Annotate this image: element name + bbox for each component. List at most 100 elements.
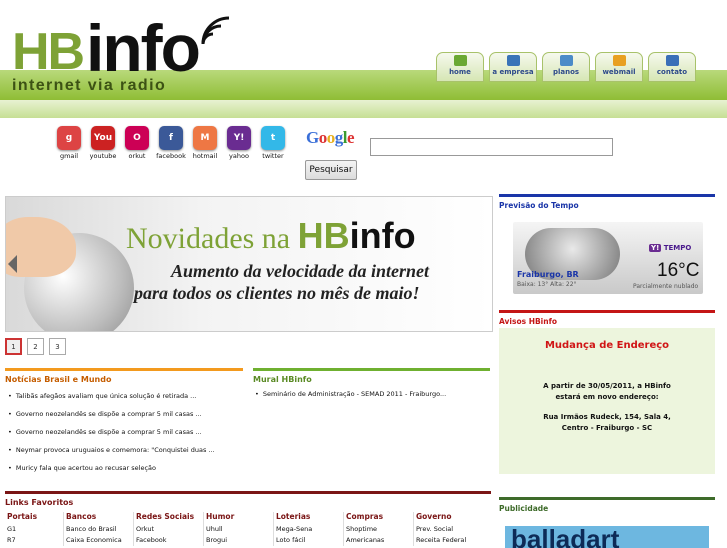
mural-item[interactable]: Seminário de Administração - SEMAD 2011 …	[255, 390, 446, 408]
links-column: Compras Shoptime Americanas	[343, 512, 413, 546]
links-column: Bancos Banco do Brasil Caixa Economica	[63, 512, 133, 546]
news-item[interactable]: Muricy fala que acertou ao recusar seleç…	[8, 464, 215, 482]
links-column-head: Humor	[206, 512, 235, 521]
nav-label: planos	[552, 68, 580, 76]
banner-line3: para todos os clientes no mês de maio!	[134, 283, 420, 303]
banner-title-text: Novidades na	[126, 222, 291, 255]
nav-a-empresa[interactable]: a empresa	[489, 52, 537, 82]
favorite-link[interactable]: Banco do Brasil	[66, 524, 133, 535]
avisos-heading: Avisos HBinfo	[499, 310, 715, 326]
quicklink-facebook[interactable]: f facebook	[154, 126, 188, 160]
chart-icon	[559, 55, 573, 66]
favorite-link[interactable]: Mega-Sena	[276, 524, 343, 535]
favorite-link[interactable]: Caixa Economica	[66, 535, 133, 546]
avisos-text-4: Centro - Fraiburgo - SC	[561, 424, 653, 432]
quicklink-yahoo[interactable]: Y! yahoo	[222, 126, 256, 160]
yahoo-weather-logo: Y! TEMPO	[649, 244, 692, 252]
weather-heading: Previsão do Tempo	[499, 194, 715, 212]
search-input[interactable]	[370, 138, 613, 156]
mural-list: Seminário de Administração - SEMAD 2011 …	[255, 390, 446, 408]
quicklink-orkut[interactable]: Oorkut	[120, 126, 154, 160]
favorite-link[interactable]: Shoptime	[346, 524, 413, 535]
links-column: Portais G1 R7	[5, 512, 63, 546]
avisos-text-3: Rua Irmãos Rudeck, 154, Sala 4,	[543, 413, 671, 421]
quicklink-label: youtube	[89, 152, 117, 160]
banner-brand-hb: HB	[297, 215, 350, 256]
logo[interactable]: HB info internet via radio	[10, 11, 230, 102]
nav-home[interactable]: home	[436, 52, 484, 82]
favorite-link[interactable]: Facebook	[136, 535, 203, 546]
radio-waves-icon	[201, 16, 230, 45]
banner-line2: Aumento da velocidade da internet	[171, 261, 429, 281]
nav-label: contato	[656, 68, 688, 76]
nav-webmail[interactable]: webmail	[595, 52, 643, 82]
quicklink-gmail[interactable]: g gmail	[52, 126, 86, 160]
favorite-link[interactable]: Uhull	[206, 524, 273, 535]
quicklink-hotmail[interactable]: Mhotmail	[188, 126, 222, 160]
favorite-link[interactable]: Prev. Social	[416, 524, 483, 535]
favorite-link[interactable]: Orkut	[136, 524, 203, 535]
quicklink-label: yahoo	[229, 152, 249, 160]
news-list: Talibãs afegãos avaliam que única soluçã…	[8, 392, 215, 482]
news-item[interactable]: Talibãs afegãos avaliam que única soluçã…	[8, 392, 215, 410]
weather-condition: Parcialmente nublado	[633, 283, 699, 290]
phone-icon	[665, 55, 679, 66]
main-nav: home a empresa planos webmail contato	[436, 52, 696, 82]
favorite-link[interactable]: R7	[7, 535, 63, 546]
avisos-headline: Mudança de Endereço	[544, 340, 670, 351]
nav-contato[interactable]: contato	[648, 52, 696, 82]
nav-label: webmail	[602, 68, 636, 76]
pager-button-1[interactable]: 1	[5, 338, 22, 355]
right-sidebar: Previsão do Tempo Y! TEMPO Fraiburgo, BR…	[499, 194, 715, 548]
pager-button-3[interactable]: 3	[49, 338, 66, 355]
banner-brand-info: info	[349, 215, 416, 256]
pager-button-2[interactable]: 2	[27, 338, 44, 355]
avisos-text-1: A partir de 30/05/2011, a HBinfo	[543, 382, 671, 390]
links-heading: Links Favoritos	[5, 491, 491, 507]
links-column: Governo Prev. Social Receita Federal	[413, 512, 483, 546]
avisos-text-2: estará em novo endereço:	[555, 393, 659, 401]
quicklink-label: gmail	[59, 152, 79, 160]
nav-label: home	[449, 68, 471, 76]
quicklink-label: twitter	[262, 152, 284, 160]
quicklink-twitter[interactable]: t twitter	[256, 126, 290, 160]
promo-banner[interactable]: Novidades na HBinfo Aumento da velocidad…	[5, 196, 493, 332]
links-column-head: Compras	[346, 512, 384, 521]
logo-hb: HB	[12, 23, 85, 81]
favorite-link[interactable]: G1	[7, 524, 63, 535]
links-column-head: Portais	[7, 512, 38, 521]
banner-title: Novidades na HBinfo	[126, 215, 416, 257]
quicklink-youtube[interactable]: You youtube	[86, 126, 120, 160]
quicklinks-bar: g gmail You youtube Oorkut f facebook Mhotmail Y…	[52, 126, 290, 160]
publicidade-heading: Publicidade	[499, 497, 715, 513]
twitter-icon: t	[261, 126, 285, 150]
banner-prev-icon[interactable]	[8, 255, 17, 273]
mural-heading[interactable]: Mural HBinfo	[253, 368, 490, 384]
search-button[interactable]: Pesquisar	[305, 160, 357, 180]
yahoo-icon: Y!	[227, 126, 251, 150]
favorite-link[interactable]: Loto fácil	[276, 535, 343, 546]
links-column-head: Loterias	[276, 512, 311, 521]
news-item[interactable]: Governo neozelandês se dispõe a comprar …	[8, 428, 215, 446]
youtube-icon: You	[91, 126, 115, 150]
links-column: Loterias Mega-Sena Loto fácil	[273, 512, 343, 546]
building-icon	[506, 55, 520, 66]
news-item[interactable]: Neymar provoca uruguaios e comemora: "Co…	[8, 446, 215, 464]
site-header: HB info internet via radio home a empresa…	[0, 0, 727, 118]
weather-widget[interactable]: Y! TEMPO Fraiburgo, BR Baixa: 13° Alta: …	[513, 222, 703, 294]
weather-temp: 16°C	[657, 260, 700, 281]
nav-label: a empresa	[492, 68, 534, 76]
news-heading[interactable]: Notícias Brasil e Mundo	[5, 368, 243, 384]
weather-minmax: Baixa: 13° Alta: 22°	[517, 281, 577, 288]
favorite-link[interactable]: Americanas	[346, 535, 413, 546]
nav-planos[interactable]: planos	[542, 52, 590, 82]
weather-city: Fraiburgo, BR	[517, 270, 579, 279]
favorite-link[interactable]: Brogui	[206, 535, 273, 546]
google-logo: Google	[306, 128, 355, 147]
quicklink-label: orkut	[128, 152, 146, 160]
news-item[interactable]: Governo neozelandês se dispõe a comprar …	[8, 410, 215, 428]
logo-tagline: internet via radio	[12, 77, 167, 94]
quicklink-label: hotmail	[192, 152, 218, 160]
quicklink-label: facebook	[156, 152, 186, 160]
favorite-link[interactable]: Receita Federal	[416, 535, 483, 546]
